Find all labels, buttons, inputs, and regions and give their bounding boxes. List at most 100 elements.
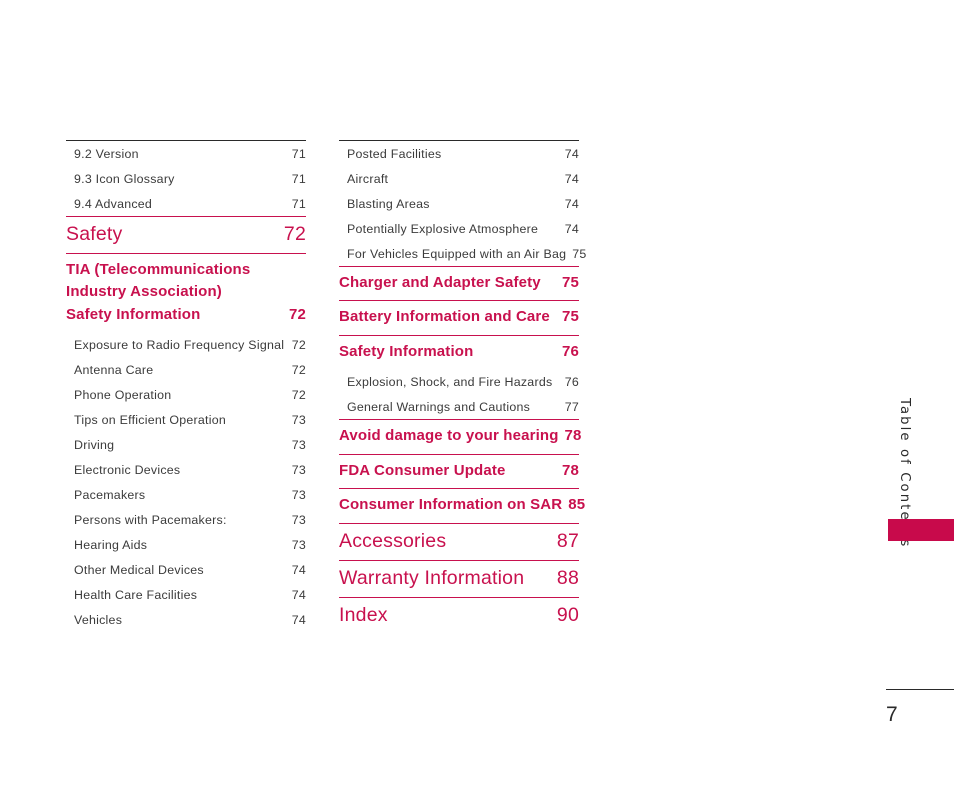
toc-entry-label: Charger and Adapter Safety: [339, 273, 541, 291]
toc-section-entry[interactable]: Accessories 87: [339, 522, 579, 560]
toc-entry-label: 9.2 Version: [74, 146, 139, 161]
toc-entry-label: For Vehicles Equipped with an Air Bag: [347, 246, 567, 261]
toc-section-entry[interactable]: Safety 72: [66, 215, 306, 253]
toc-subentry[interactable]: Posted Facilities 74: [339, 140, 579, 166]
toc-subentry[interactable]: 9.4 Advanced 71: [66, 191, 306, 216]
side-tab-label: Table of Contents: [897, 398, 912, 549]
toc-entry-page: 76: [564, 375, 579, 390]
toc-section-entry[interactable]: Warranty Information 88: [339, 559, 579, 597]
toc-entry-label: Phone Operation: [74, 388, 172, 403]
toc-subentry[interactable]: Vehicles 74: [66, 607, 306, 632]
toc-entry-label: FDA Consumer Update: [339, 461, 506, 479]
toc-entry-page: 85: [568, 496, 586, 514]
toc-entry-label: Posted Facilities: [347, 146, 442, 161]
page-canvas: 9.2 Version 71 9.3 Icon Glossary 71 9.4 Adva…: [0, 0, 954, 793]
toc-entry-label: Warranty Information: [339, 566, 525, 589]
toc-entry-page: 90: [556, 603, 579, 626]
toc-entry-label: Health Care Facilities: [74, 587, 198, 602]
toc-entry-page: 78: [564, 427, 582, 445]
toc-entry-page: 73: [291, 487, 306, 502]
toc-subentry[interactable]: Electronic Devices 73: [66, 457, 306, 482]
toc-section-entry[interactable]: Battery Information and Care 75: [339, 300, 579, 335]
toc-subentry[interactable]: Health Care Facilities 74: [66, 582, 306, 607]
toc-section-entry[interactable]: Consumer Information on SAR 85: [339, 488, 585, 523]
toc-entry-label: Consumer Information on SAR: [339, 496, 563, 514]
toc-subentry[interactable]: Exposure to Radio Frequency Signal 72: [66, 332, 306, 357]
toc-subentry[interactable]: Blasting Areas 74: [339, 191, 579, 216]
toc-subentry[interactable]: General Warnings and Cautions 77: [339, 394, 579, 419]
toc-entry-page: 72: [291, 338, 306, 353]
toc-entry-page: 71: [291, 196, 306, 211]
toc-entry-page: 73: [291, 462, 306, 477]
toc-entry-page: 75: [572, 246, 587, 261]
toc-entry-label: Antenna Care: [74, 363, 154, 378]
toc-entry-page: 75: [562, 308, 579, 326]
toc-entry-page: 74: [291, 612, 306, 627]
toc-subentry[interactable]: Driving 73: [66, 432, 306, 457]
toc-entry-label: Persons with Pacemakers:: [74, 512, 227, 527]
table-of-contents: 9.2 Version 71 9.3 Icon Glossary 71 9.4 Adva…: [66, 140, 586, 634]
toc-entry-label: Accessories: [339, 529, 447, 552]
toc-entry-page: 73: [291, 413, 306, 427]
toc-left-column: 9.2 Version 71 9.3 Icon Glossary 71 9.4 Adva…: [66, 140, 306, 634]
toc-entry-page: 74: [564, 171, 579, 186]
toc-subentry[interactable]: For Vehicles Equipped with an Air Bag 75: [339, 241, 586, 266]
toc-entry-label: Explosion, Shock, and Fire Hazards: [347, 375, 553, 390]
toc-section-entry[interactable]: Charger and Adapter Safety 75: [339, 265, 579, 301]
toc-subentry[interactable]: 9.3 Icon Glossary 71: [66, 166, 306, 191]
toc-entry-label: Driving: [74, 437, 115, 452]
toc-section-entry[interactable]: Avoid damage to your hearing 78: [339, 419, 582, 454]
toc-entry-page: 72: [291, 388, 306, 403]
side-tab-marker: [888, 519, 954, 541]
toc-entry-label: Electronic Devices: [74, 462, 181, 477]
toc-entry-label: Safety Information: [339, 342, 474, 360]
toc-entry-label: Avoid damage to your hearing: [339, 427, 559, 445]
toc-entry-label: Tips on Efficient Operation: [74, 413, 227, 427]
toc-section-entry[interactable]: Index 90: [339, 596, 579, 634]
toc-entry-page: 74: [291, 587, 306, 602]
toc-entry-page: 72: [291, 363, 306, 378]
toc-entry-page: 73: [291, 437, 306, 452]
toc-subentry[interactable]: Persons with Pacemakers: 73: [66, 507, 306, 532]
toc-entry-label: Vehicles: [74, 612, 123, 627]
toc-entry-page: 77: [564, 400, 579, 414]
toc-entry-label: Aircraft: [347, 171, 389, 186]
toc-entry-label: Pacemakers: [74, 487, 146, 502]
toc-entry-page: 75: [562, 273, 579, 291]
toc-entry-label: Index: [339, 603, 388, 626]
toc-entry-label: 9.4 Advanced: [74, 196, 153, 211]
toc-entry-page: 88: [556, 566, 579, 589]
toc-entry-label: Hearing Aids: [74, 537, 148, 552]
toc-entry-label: Other Medical Devices: [74, 562, 204, 577]
toc-subentry[interactable]: Explosion, Shock, and Fire Hazards 76: [339, 369, 579, 394]
page-number: 7: [886, 703, 898, 726]
toc-entry-label: 9.3 Icon Glossary: [74, 171, 175, 186]
toc-section-entry[interactable]: TIA (Telecommunications Industry Associa…: [66, 252, 306, 333]
toc-entry-label: Potentially Explosive Atmosphere: [347, 221, 539, 236]
toc-entry-page: 71: [291, 146, 306, 161]
toc-entry-page: 74: [291, 562, 306, 577]
toc-entry-label: TIA (Telecommunications Industry Associa…: [66, 260, 251, 323]
toc-subentry[interactable]: Tips on Efficient Operation 73: [66, 407, 306, 432]
toc-subentry[interactable]: Phone Operation 72: [66, 382, 306, 407]
toc-subentry[interactable]: Pacemakers 73: [66, 482, 306, 507]
toc-entry-label: Blasting Areas: [347, 196, 430, 211]
toc-entry-page: 73: [291, 537, 306, 552]
toc-section-entry[interactable]: FDA Consumer Update 78: [339, 453, 579, 489]
toc-entry-page: 72: [283, 222, 306, 245]
toc-entry-page: 73: [291, 512, 306, 527]
toc-entry-label: Battery Information and Care: [339, 308, 550, 326]
toc-subentry[interactable]: 9.2 Version 71: [66, 140, 306, 166]
toc-entry-page: 76: [562, 342, 579, 360]
toc-subentry[interactable]: Antenna Care 72: [66, 357, 306, 382]
toc-entry-label: General Warnings and Cautions: [347, 400, 531, 414]
toc-entry-page: 71: [291, 171, 306, 186]
toc-section-entry[interactable]: Safety Information 76: [339, 334, 579, 370]
toc-subentry[interactable]: Potentially Explosive Atmosphere 74: [339, 216, 579, 241]
toc-subentry[interactable]: Other Medical Devices 74: [66, 557, 306, 582]
toc-subentry[interactable]: Aircraft 74: [339, 166, 579, 191]
footer-divider: [886, 689, 954, 690]
toc-subentry[interactable]: Hearing Aids 73: [66, 532, 306, 557]
toc-entry-page: 74: [564, 146, 579, 161]
toc-entry-page: 74: [564, 221, 579, 236]
